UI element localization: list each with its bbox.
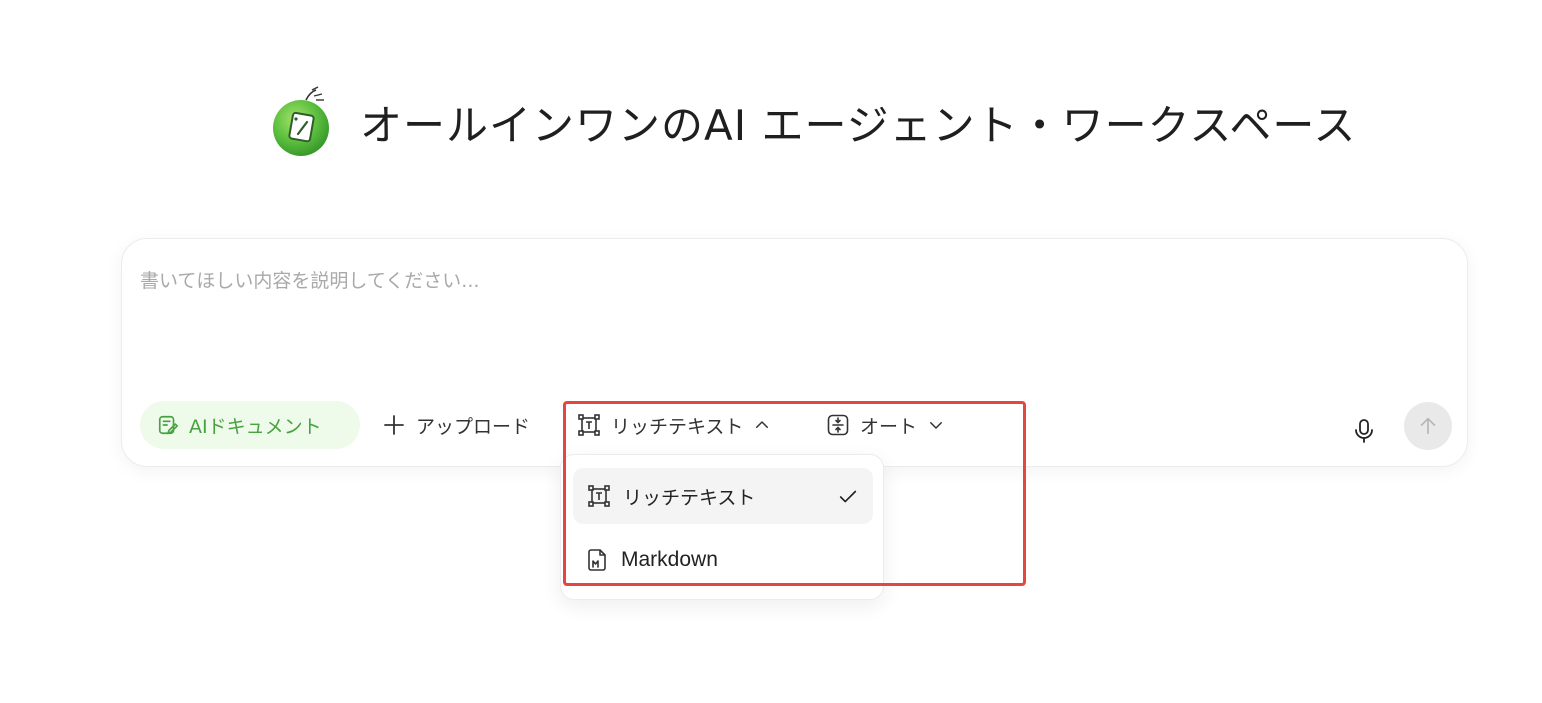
markdown-file-icon [587, 548, 609, 572]
arrow-up-icon [1417, 415, 1439, 437]
upload-label: アップロード [416, 415, 531, 438]
edit-document-icon [157, 414, 179, 436]
send-button[interactable] [1404, 402, 1452, 450]
prompt-composer: AIドキュメント アップロード リッチテキスト [121, 238, 1468, 467]
apple-notepad-logo-icon [270, 86, 334, 158]
plus-icon [382, 413, 406, 437]
dropdown-item-rich-text[interactable]: リッチテキスト [573, 468, 873, 524]
length-select-label: オート [860, 415, 918, 438]
chevron-up-icon [753, 416, 771, 434]
ai-document-button[interactable]: AIドキュメント [140, 401, 360, 449]
vertical-compress-icon [826, 413, 850, 437]
text-frame-icon [577, 413, 601, 437]
dropdown-item-markdown[interactable]: Markdown [573, 532, 873, 588]
dropdown-item-label: リッチテキスト [623, 486, 756, 509]
format-select-label: リッチテキスト [611, 415, 744, 438]
page-title: オールインワンのAI エージェント・ワークスペース [360, 100, 1357, 150]
text-frame-icon [587, 484, 611, 508]
chevron-down-icon [927, 416, 945, 434]
prompt-input[interactable] [140, 261, 1440, 301]
checkmark-icon [837, 486, 859, 508]
ai-document-label: AIドキュメント [189, 415, 322, 438]
dropdown-item-label: Markdown [621, 548, 718, 571]
upload-button[interactable]: アップロード [382, 401, 530, 449]
microphone-button[interactable] [1344, 411, 1384, 451]
microphone-icon [1352, 418, 1376, 444]
header: オールインワンのAI エージェント・ワークスペース [270, 86, 1356, 158]
format-select-button[interactable]: リッチテキスト [577, 401, 771, 449]
length-select-button[interactable]: オート [826, 401, 945, 449]
format-dropdown-menu: リッチテキスト Markdown [560, 454, 884, 600]
